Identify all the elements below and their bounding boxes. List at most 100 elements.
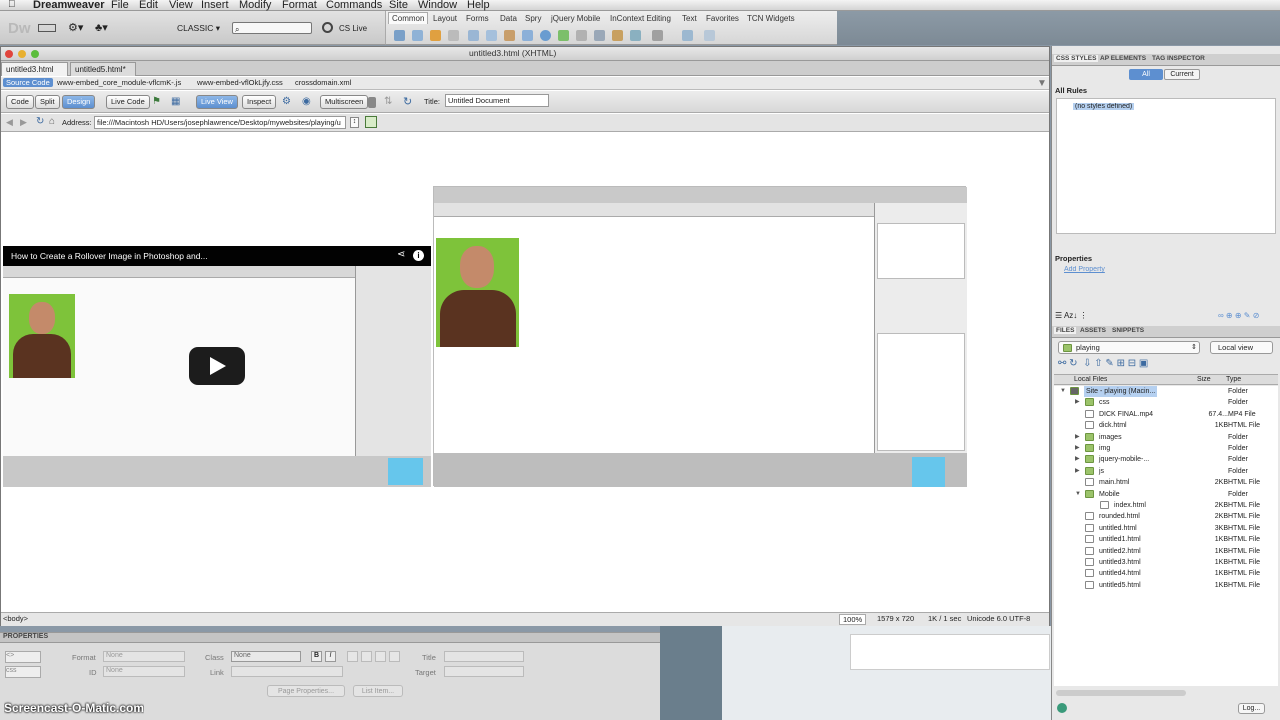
no-styles-text[interactable]: (no styles defined) (1073, 103, 1135, 110)
file-row[interactable]: ▶ img Folder (1054, 443, 1280, 454)
expanded-arrow-icon[interactable]: ▼ (1075, 489, 1081, 500)
tag-chooser-icon[interactable] (682, 30, 693, 41)
col-local-files[interactable]: Local Files (1074, 376, 1107, 383)
address-options-icon[interactable]: ↕ (350, 117, 359, 128)
tab-ap-elements[interactable]: AP ELEMENTS (1100, 55, 1146, 62)
insert-tab-jquery-mobile[interactable]: jQuery Mobile (551, 14, 600, 23)
insert-tab-data[interactable]: Data (500, 14, 517, 23)
window-size[interactable]: 1579 x 720 (877, 614, 914, 623)
menu-view[interactable]: View (169, 0, 193, 11)
file-row[interactable]: main.html 2KB HTML File (1054, 477, 1280, 488)
div-icon[interactable] (486, 30, 497, 41)
link-input[interactable] (231, 666, 343, 677)
comment-icon[interactable] (594, 30, 605, 41)
table-icon[interactable] (468, 30, 479, 41)
file-row[interactable]: ▶ images Folder (1054, 432, 1280, 443)
related-file-core-js[interactable]: www-embed_core_module-vflcmK-.js (57, 78, 181, 87)
html-mode-button[interactable]: <> (5, 651, 41, 663)
head-icon[interactable] (612, 30, 623, 41)
css-current-button[interactable]: Current (1164, 69, 1200, 80)
share-icon[interactable]: ⋖ (397, 249, 405, 260)
title-prop-input[interactable] (444, 651, 524, 662)
zoom-select[interactable]: 100% (839, 614, 867, 625)
insert-tab-layout[interactable]: Layout (433, 14, 457, 23)
tab-snippets[interactable]: SNIPPETS (1112, 327, 1144, 334)
tab-assets[interactable]: ASSETS (1080, 327, 1106, 334)
format-select[interactable]: None (103, 651, 185, 662)
file-row[interactable]: dick.html 1KB HTML File (1054, 420, 1280, 431)
horizontal-rule-icon[interactable] (448, 30, 459, 41)
collapsed-arrow-icon[interactable]: ▶ (1075, 397, 1080, 408)
multiscreen-dropdown-icon[interactable] (368, 97, 376, 108)
email-link-icon[interactable] (412, 30, 423, 41)
file-row[interactable]: untitled4.html 1KB HTML File (1054, 568, 1280, 579)
multiscreen-button[interactable]: Multiscreen (320, 95, 369, 109)
file-row[interactable]: untitled5.html 1KB HTML File (1054, 580, 1280, 591)
files-horizontal-scrollbar[interactable] (1056, 690, 1186, 696)
related-file-embed-css[interactable]: www-embed-vflOkLjfy.css (197, 78, 283, 87)
outdent-icon[interactable] (375, 651, 386, 662)
cs-live-button[interactable]: CS Live (339, 24, 367, 33)
bold-button[interactable]: B (311, 651, 322, 662)
css-mode-button[interactable]: css (5, 666, 41, 678)
menu-help[interactable]: Help (467, 0, 490, 11)
menu-app[interactable]: Dreamweaver (33, 0, 105, 11)
file-row[interactable]: untitled3.html 1KB HTML File (1054, 557, 1280, 568)
refresh-icon[interactable]: ↻ (403, 95, 412, 108)
class-select[interactable]: None (231, 651, 301, 662)
live-code-button[interactable]: Live Code (106, 95, 150, 109)
file-row[interactable]: untitled1.html 1KB HTML File (1054, 534, 1280, 545)
widget-browser-icon[interactable] (704, 30, 715, 41)
css-all-button[interactable]: All (1129, 69, 1163, 80)
address-input[interactable]: file:///Macintosh HD/Users/josephlawrenc… (94, 116, 346, 129)
file-row[interactable]: ▶ css Folder (1054, 397, 1280, 408)
site-select[interactable]: playing ⇕ (1058, 341, 1200, 354)
insert-tab-spry[interactable]: Spry (525, 14, 541, 23)
info-icon[interactable]: i (413, 250, 424, 261)
col-type[interactable]: Type (1226, 376, 1241, 383)
video-title[interactable]: How to Create a Rollover Image in Photos… (11, 251, 208, 261)
file-row[interactable]: index.html 2KB HTML File (1054, 500, 1280, 511)
visual-aids-icon[interactable]: ▦ (171, 96, 180, 107)
file-row[interactable]: DICK FINAL.mp4 67.4... MP4 File (1054, 409, 1280, 420)
split-view-button[interactable]: Split (35, 95, 60, 109)
browser-check-icon[interactable]: ⚑ (152, 96, 161, 107)
file-management-icon[interactable]: ⇅ (384, 96, 392, 107)
tag-selector[interactable]: <body> (3, 614, 28, 623)
tab-files[interactable]: FILES (1054, 327, 1077, 334)
collapsed-arrow-icon[interactable]: ▶ (1075, 432, 1080, 443)
tab-untitled5[interactable]: untitled5.html* (70, 62, 136, 76)
search-input[interactable]: ⌕ (232, 22, 312, 34)
insert-tab-tcn-widgets[interactable]: TCN Widgets (747, 14, 795, 23)
design-view-button[interactable]: Design (62, 95, 96, 109)
file-row[interactable]: untitled2.html 1KB HTML File (1054, 546, 1280, 557)
collapsed-arrow-icon[interactable]: ▶ (1075, 443, 1080, 454)
list-item-button[interactable]: List Item... (353, 685, 403, 697)
target-select[interactable] (444, 666, 524, 677)
grid-view-icon[interactable] (365, 116, 377, 128)
anchor-icon[interactable] (430, 30, 441, 41)
code-view-button[interactable]: Code (6, 95, 34, 109)
server-side-include-icon[interactable] (576, 30, 587, 41)
add-property-link[interactable]: Add Property (1064, 266, 1105, 273)
view-select[interactable]: Local view (1210, 341, 1273, 354)
file-row[interactable]: ▶ jquery-mobile-... Folder (1054, 454, 1280, 465)
menu-commands[interactable]: Commands (326, 0, 382, 11)
workspace-switcher[interactable]: CLASSIC ▾ (177, 23, 220, 34)
menu-insert[interactable]: Insert (201, 0, 229, 11)
back-icon[interactable]: ◀ (6, 117, 13, 128)
unordered-list-icon[interactable] (347, 651, 358, 662)
log-button[interactable]: Log... (1238, 703, 1265, 714)
file-row[interactable]: untitled.html 3KB HTML File (1054, 523, 1280, 534)
insert-tab-common[interactable]: Common (392, 14, 424, 23)
menu-format[interactable]: Format (282, 0, 317, 11)
gear-icon[interactable]: ⚙▾ (68, 21, 83, 34)
close-window-icon[interactable] (5, 50, 13, 58)
widget-icon[interactable] (540, 30, 551, 41)
media-icon[interactable] (522, 30, 533, 41)
zoom-window-icon[interactable] (31, 50, 39, 58)
tab-untitled3[interactable]: untitled3.html (1, 62, 68, 76)
layout-icon[interactable] (38, 24, 56, 32)
youtube-embed[interactable]: How to Create a Rollover Image in Photos… (3, 246, 431, 487)
insert-tab-incontext[interactable]: InContext Editing (610, 14, 671, 23)
